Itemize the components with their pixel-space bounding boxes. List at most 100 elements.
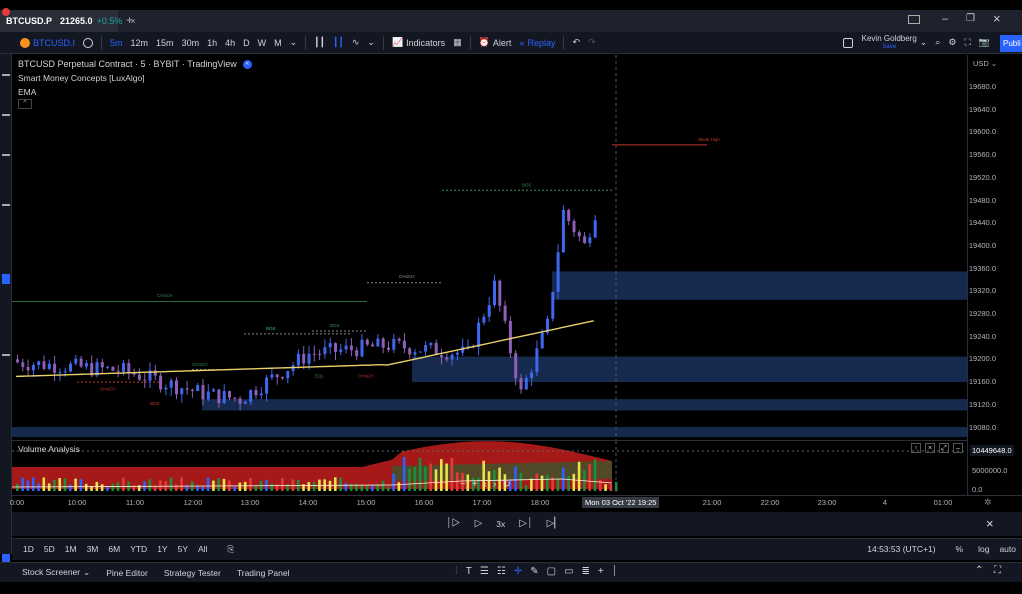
interval-1h[interactable]: 1h [203,38,221,48]
indicator-ema-label[interactable]: EMA [18,87,36,97]
range-5y[interactable]: 5Y [173,544,193,555]
tab-trading-panel[interactable]: Trading Panel [229,568,298,578]
range-5d[interactable]: 5D [39,544,60,555]
replay-badge-icon[interactable]: « [242,59,252,69]
chevron-down-icon[interactable]: ⌄ [363,37,379,48]
indicator-smc-label[interactable]: Smart Money Concepts [LuxAlgo] [18,73,145,83]
pane-close-icon[interactable]: × [925,443,935,453]
plus-icon[interactable]: + [472,479,478,490]
pane-up-icon[interactable]: ↑ [911,443,921,453]
log-toggle[interactable]: log [978,544,989,554]
collapse-legend-button[interactable]: ^ [18,99,32,109]
chevron-up-icon[interactable]: ⌃ [975,565,983,576]
cursor-tool-icon[interactable] [2,74,10,76]
indicators-button[interactable]: 📈 Indicators [388,37,449,48]
compare-icon[interactable] [79,37,97,48]
trend-line-tool-icon[interactable] [2,114,10,116]
scroll-right-icon[interactable]: › [493,479,496,490]
fib-tool-icon[interactable]: ☰ [480,566,489,577]
interval-4h[interactable]: 4h [221,38,239,48]
cross-icon[interactable]: + [598,566,604,577]
minus-icon[interactable]: − [460,479,466,490]
zoom-tool-icon[interactable] [2,354,10,356]
candle-type-icon[interactable]: ┃┃ [310,37,329,48]
brush-icon[interactable]: ✎ [530,566,538,577]
tab-strategy-tester[interactable]: Strategy Tester [156,568,229,578]
select-bar-icon[interactable]: ⏐▷ [446,518,461,529]
replay-button[interactable]: « Replay [515,38,559,48]
pattern-tool-icon[interactable]: ☷ [497,566,506,577]
jump-to-realtime-icon[interactable]: ▷▏ [547,518,562,529]
minimize-button[interactable]: – [942,13,948,25]
range-6m[interactable]: 6M [103,544,125,555]
publish-button[interactable]: Publi [1000,35,1022,52]
new-tab-button[interactable]: + [126,13,133,27]
interval-5m[interactable]: 5m [106,38,127,48]
line-type-icon[interactable]: ∿ [348,37,364,48]
fib-tool-icon[interactable] [2,154,10,156]
pattern-tool-icon[interactable] [2,204,10,206]
volume-analysis-label[interactable]: Volume Analysis [18,444,80,454]
chart-tab[interactable]: BTCUSD.P 21265.0 +0.5% × [0,8,136,32]
settings-gear-icon[interactable]: ✲ [984,497,992,508]
layout-select[interactable]: Kevin Goldberg Save ⌄ [839,34,932,52]
interval-m[interactable]: M [270,38,286,48]
range-all[interactable]: All [193,544,212,555]
restore-button[interactable]: ❐ [966,13,975,24]
chevron-down-icon[interactable]: ⌄ [286,37,302,48]
range-3m[interactable]: 3M [82,544,104,555]
rectangle-icon[interactable]: ▢ [547,566,556,577]
price-chart[interactable]: Weak High CHoCH CHoCH BOS BOS BOS CHoCH EQL CHoC… [12,55,967,440]
templates-icon[interactable]: ▦ [449,37,466,48]
interval-30m[interactable]: 30m [178,38,204,48]
range-1m[interactable]: 1M [60,544,82,555]
search-icon[interactable]: ⌕ [931,37,944,48]
drag-handle-icon[interactable]: ⁞ [455,566,458,577]
replay-speed[interactable]: 3x [496,519,505,529]
pane-minimize-icon[interactable]: – [953,443,963,453]
interval-12m[interactable]: 12m [127,38,153,48]
vertical-line-icon[interactable]: ⏐ [612,566,618,577]
play-icon[interactable]: ▷ [475,518,483,529]
goto-date-icon[interactable]: ⎘ [222,544,239,555]
fullscreen-icon[interactable]: ⛶ [960,37,974,48]
scroll-left-icon[interactable]: ‹ [484,479,487,490]
volume-analysis-panel[interactable]: Volume Analysis ↑ × ⤢ – − + ‹ › ↻ [12,440,967,496]
close-window-button[interactable]: × [993,11,1001,26]
range-1d[interactable]: 1D [18,544,39,555]
range-1y[interactable]: 1Y [152,544,172,555]
symbol-search[interactable]: BTCUSD.I [16,37,79,48]
crosshair-icon[interactable]: ✛ [514,566,522,577]
alert-button[interactable]: ⏰ Alert [475,37,516,48]
range-ytd[interactable]: YTD [125,544,152,555]
auto-toggle[interactable]: auto [999,544,1016,554]
candles-svg[interactable]: Weak High CHoCH CHoCH BOS BOS BOS CHoCH EQL CHoC… [12,55,967,440]
interval-d[interactable]: D [239,38,254,48]
tab-stock-screener[interactable]: Stock Screener ⌄ [14,567,98,578]
tab-pine-editor[interactable]: Pine Editor [98,568,156,578]
time-axis[interactable]: 0:00 10:00 11:00 12:00 13:00 14:00 15:00 16:00 1… [10,495,1022,510]
interval-w[interactable]: W [254,38,271,48]
reset-icon[interactable]: ↻ [502,479,510,490]
bar-type-icon[interactable]: ┃┃ [329,37,348,48]
maximize-panel-icon[interactable]: ⛶ [994,565,1001,576]
camera-icon[interactable]: 📷 [975,37,994,48]
chevron-down-icon: ⌄ [83,567,91,577]
pane-maximize-icon[interactable]: ⤢ [939,443,949,453]
currency-label[interactable]: USD ⌄ [973,59,997,68]
measure-tool-icon[interactable] [2,274,10,284]
comment-icon[interactable]: ▭ [564,566,573,577]
clock-label[interactable]: 14:53:53 (UTC+1) [862,544,940,554]
price-axis[interactable]: USD ⌄ 19680.0 19640.0 19600.0 19560.0 19520.… [967,55,1022,495]
redo-icon[interactable]: ↷ [584,37,600,48]
interval-15m[interactable]: 15m [152,38,178,48]
gear-icon[interactable]: ⚙ [944,37,960,48]
lines-icon[interactable]: ≣ [582,566,590,577]
undo-icon[interactable]: ↶ [568,37,584,48]
text-tool-icon[interactable]: T [466,566,472,577]
close-replay-icon[interactable]: × [986,516,994,531]
step-forward-icon[interactable]: ▷⏐ [519,518,532,529]
percent-toggle[interactable]: % [951,544,969,554]
layout-icon[interactable] [908,15,920,24]
candle-body [296,353,300,366]
